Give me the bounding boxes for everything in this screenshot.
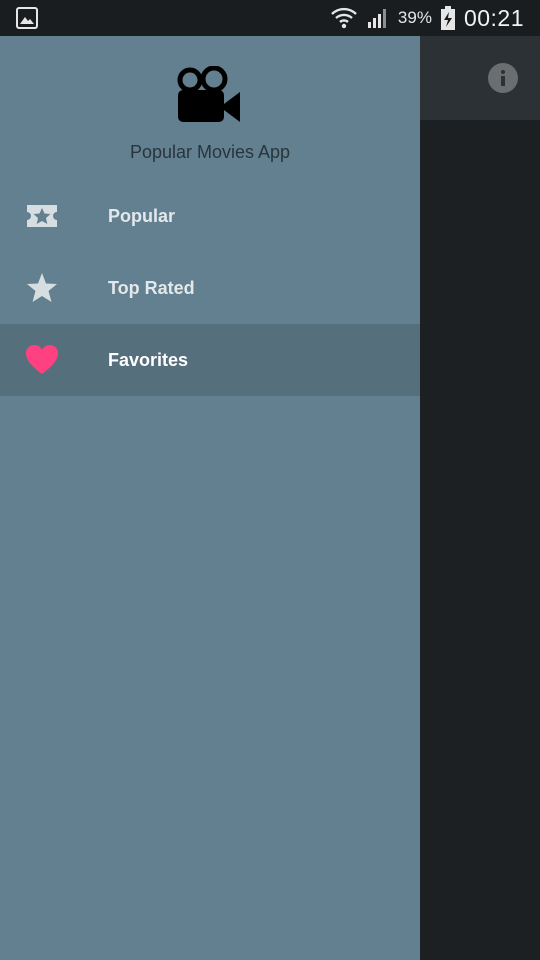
- wifi-icon: [331, 7, 357, 29]
- gallery-icon: [16, 7, 38, 29]
- movie-camera-icon: [177, 66, 240, 122]
- cell-signal-icon: [367, 9, 386, 28]
- battery-charging-icon: [440, 6, 455, 30]
- nav-item-popular[interactable]: Popular: [0, 180, 420, 252]
- nav-item-top-rated[interactable]: Top Rated: [0, 252, 420, 324]
- status-bar: 39% 00:21: [0, 0, 540, 36]
- star-icon: [27, 273, 57, 302]
- info-icon[interactable]: [488, 63, 518, 93]
- clock: 00:21: [463, 4, 524, 31]
- nav-item-label: Popular: [108, 205, 176, 226]
- navigation-drawer: Popular Movies App Popular Top Rated Fav…: [0, 36, 420, 960]
- app-name: Popular Movies App: [129, 142, 291, 162]
- drawer-header: Popular Movies App: [0, 36, 420, 180]
- heart-icon: [26, 345, 58, 374]
- nav-item-label: Top Rated: [108, 277, 195, 298]
- battery-percent: 39%: [397, 8, 432, 27]
- nav-item-favorites[interactable]: Favorites: [0, 324, 420, 396]
- ticket-star-icon: [27, 205, 57, 227]
- nav-item-label: Favorites: [108, 349, 189, 370]
